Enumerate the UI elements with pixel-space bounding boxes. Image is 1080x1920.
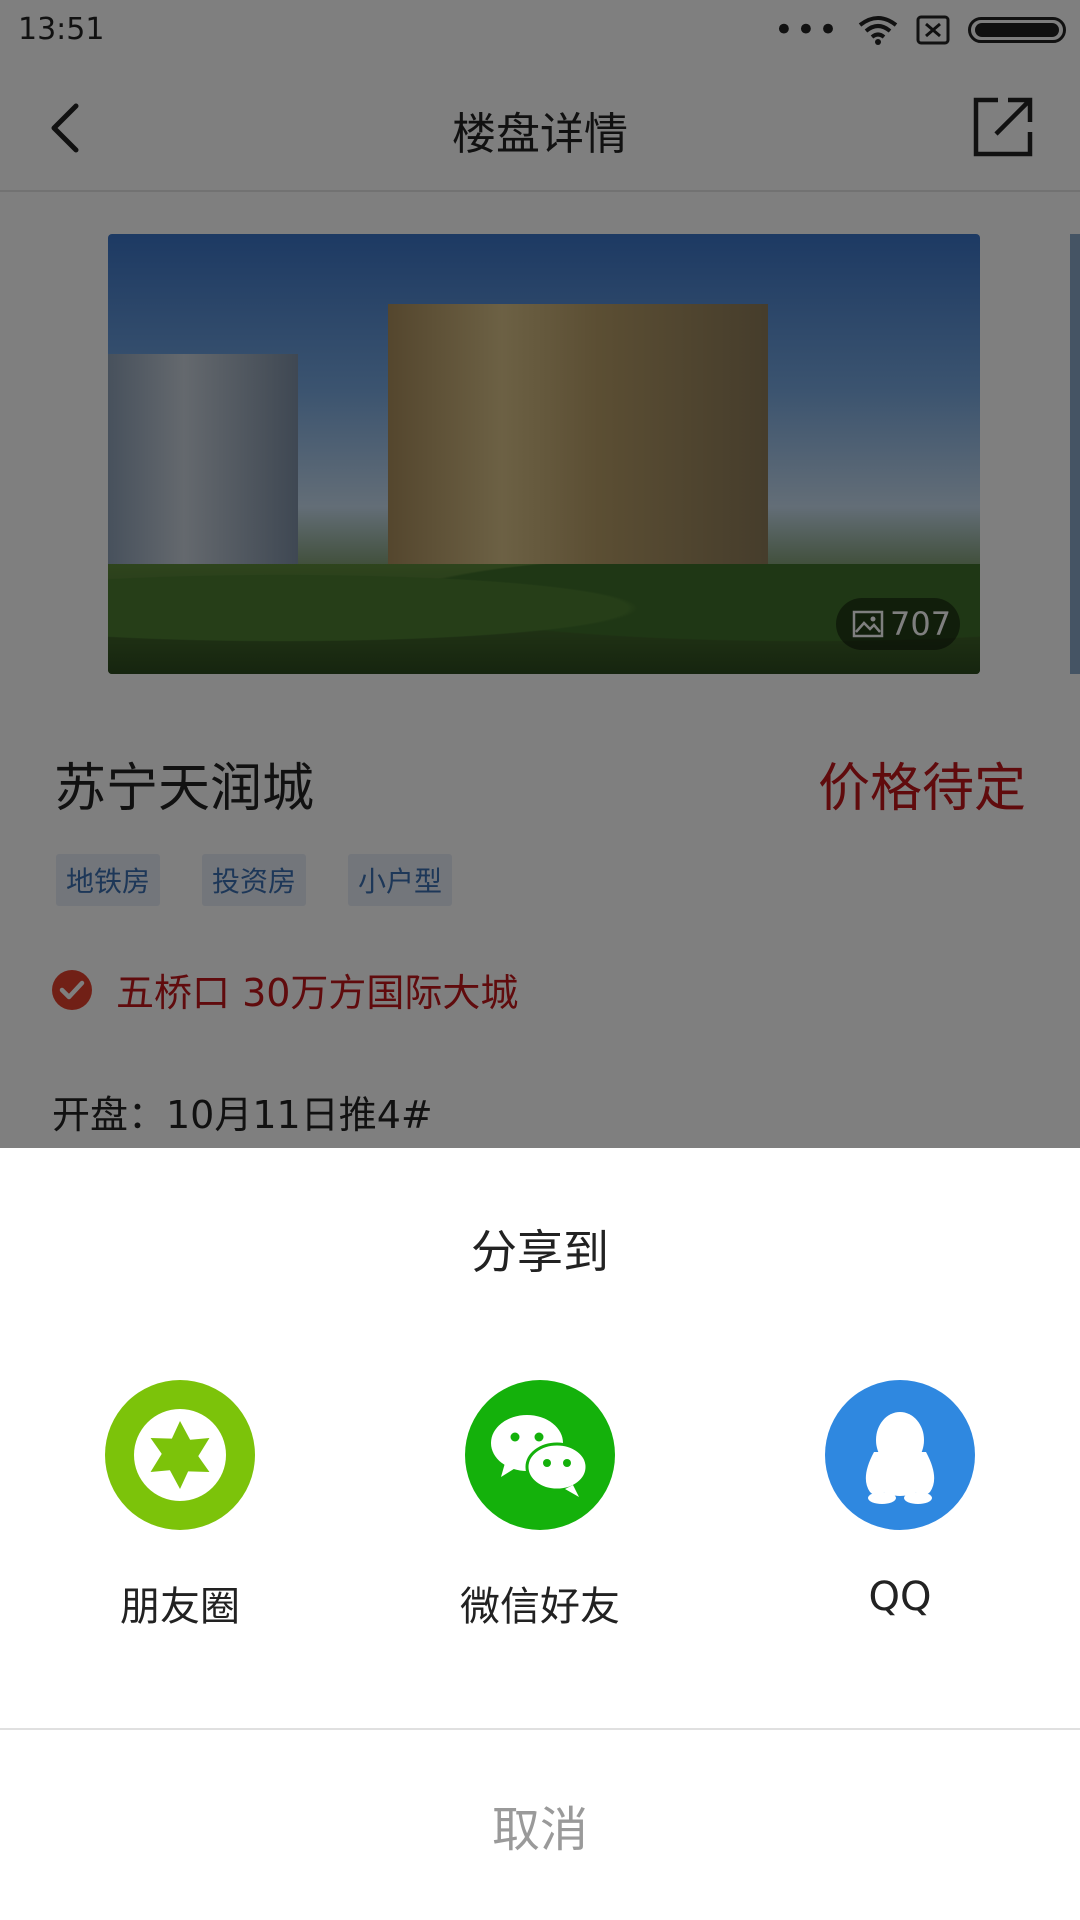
wechat-icon[interactable] xyxy=(465,1380,615,1530)
penguin-icon xyxy=(865,1412,935,1504)
share-qq[interactable]: QQ xyxy=(780,1380,1020,1620)
aperture-icon xyxy=(134,1409,226,1501)
share-wechat-friend[interactable]: 微信好友 xyxy=(420,1380,660,1632)
share-wechat-moments[interactable]: 朋友圈 xyxy=(60,1380,300,1632)
share-option-label: 朋友圈 xyxy=(120,1584,240,1630)
share-option-label: QQ xyxy=(868,1574,932,1620)
cancel-button[interactable]: 取消 xyxy=(0,1730,1080,1920)
chat-bubbles-icon xyxy=(491,1415,589,1497)
qq-icon[interactable] xyxy=(825,1380,975,1530)
share-sheet-title: 分享到 xyxy=(471,1225,609,1279)
wechat-moments-icon[interactable] xyxy=(105,1380,255,1530)
share-option-label: 微信好友 xyxy=(460,1584,620,1630)
share-sheet: 分享到 朋友圈 微信好友 QQ 取消 xyxy=(0,1148,1080,1920)
